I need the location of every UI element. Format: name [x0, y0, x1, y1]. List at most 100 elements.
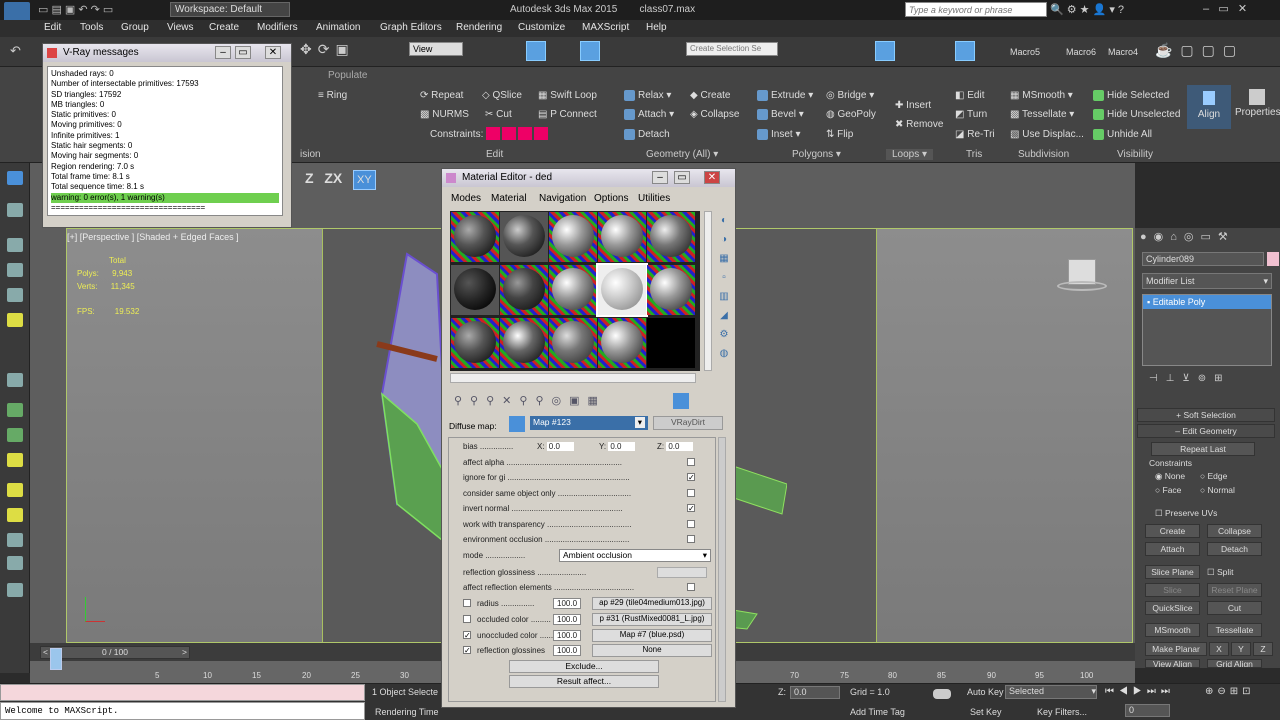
undo-icon[interactable]: ↶	[10, 43, 21, 59]
z-coord-field[interactable]: 0.0	[790, 686, 840, 699]
sun-icon[interactable]	[7, 453, 23, 467]
pick-material-icon[interactable]	[509, 416, 525, 432]
make-planar-button[interactable]: Make Planar	[1145, 642, 1207, 656]
msmooth-button-panel[interactable]: MSmooth	[1145, 623, 1200, 637]
sample-slot[interactable]	[647, 212, 695, 262]
close-button[interactable]: ✕	[704, 171, 720, 184]
constraint-edge-radio[interactable]: ○ Edge	[1200, 471, 1227, 481]
axis-constraints[interactable]: Z ZX XY	[305, 170, 376, 190]
reflection-gloss-map-checkbox[interactable]: ✓	[463, 646, 471, 655]
menu-options[interactable]: Options	[594, 193, 628, 204]
reflection-gloss-map-button[interactable]: None	[592, 644, 712, 657]
sample-slot[interactable]	[549, 318, 597, 368]
exclude-button[interactable]: Exclude...	[509, 660, 659, 673]
viewport-nav-icons[interactable]: ⊕⊖⊞⊡	[1205, 686, 1255, 697]
geopoly-button[interactable]: ◍ GeoPoly	[826, 109, 876, 120]
light-icon[interactable]	[7, 313, 23, 327]
qslice-button[interactable]: ◇ QSlice	[482, 90, 522, 101]
macro5-button[interactable]: Macro5	[1010, 47, 1040, 57]
planar-x-button[interactable]: X	[1209, 642, 1229, 656]
menu-modes[interactable]: Modes	[451, 193, 481, 204]
invert-normal-checkbox[interactable]: ✓	[687, 504, 695, 513]
menu-tools[interactable]: Tools	[80, 20, 103, 35]
add-time-tag-button[interactable]: Add Time Tag	[850, 707, 905, 717]
sample-slot[interactable]	[598, 318, 646, 368]
collapse-button-panel[interactable]: Collapse	[1207, 524, 1262, 538]
key-icon[interactable]	[933, 689, 951, 699]
show-map-icon[interactable]	[673, 393, 689, 409]
vray-messages-title[interactable]: V-Ray messages	[43, 44, 291, 62]
reflection-glossiness-field[interactable]	[657, 567, 707, 578]
occluded-color-map-button[interactable]: p #31 (RustMixed0081_L.jpg)	[592, 613, 712, 626]
material-editor-window[interactable]: Material Editor - ded – ▭ ✕ Modes Materi…	[441, 168, 736, 708]
detach-button[interactable]: Detach	[624, 129, 670, 140]
cut-button[interactable]: ✂ Cut	[485, 109, 512, 120]
inset-button[interactable]: Inset ▾	[757, 129, 801, 140]
occluded-color-checkbox[interactable]	[463, 615, 471, 623]
attach-button[interactable]: Attach ▾	[624, 109, 674, 120]
sample-slot[interactable]	[451, 212, 499, 262]
attach-button-panel[interactable]: Attach	[1145, 542, 1200, 556]
menu-help[interactable]: Help	[646, 20, 667, 35]
layer-icon[interactable]	[875, 41, 895, 61]
unhide-all-button[interactable]: Unhide All	[1093, 129, 1152, 140]
menu-animation[interactable]: Animation	[316, 20, 360, 35]
daylight-icon[interactable]	[7, 483, 23, 497]
maximize-button[interactable]: ▭	[235, 46, 251, 59]
relax-button[interactable]: Relax ▾	[624, 90, 671, 101]
detach-button-panel[interactable]: Detach	[1207, 542, 1262, 556]
constraint-normal-radio[interactable]: ○ Normal	[1200, 485, 1235, 495]
planar-z-button[interactable]: Z	[1253, 642, 1273, 656]
minimize-button[interactable]: –	[652, 171, 668, 184]
modifier-list-dropdown[interactable]: Modifier List ▾	[1142, 273, 1272, 289]
affect-alpha-checkbox[interactable]	[687, 458, 695, 466]
align-button[interactable]: Align	[1187, 85, 1231, 129]
tessellate-button[interactable]: ▩ Tessellate ▾	[1010, 109, 1074, 120]
edit-geometry-rollout[interactable]: – Edit Geometry	[1137, 424, 1275, 438]
sample-slot[interactable]	[500, 265, 548, 315]
re-tri-button[interactable]: ◪ Re-Tri	[955, 129, 995, 140]
viewcube[interactable]	[1057, 259, 1107, 299]
workspace-dropdown[interactable]: Workspace: Default	[170, 2, 290, 17]
bias-z[interactable]: Z: 0.0	[657, 442, 694, 451]
menu-navigation[interactable]: Navigation	[539, 193, 586, 204]
soft-selection-rollout[interactable]: + Soft Selection	[1137, 408, 1275, 422]
reset-plane-button[interactable]: Reset Plane	[1207, 583, 1262, 597]
material-toolbar-icons[interactable]: ⚲⚲⚲✕⚲⚲◎▣▦	[454, 394, 606, 407]
extrude-button[interactable]: Extrude ▾	[757, 90, 813, 101]
side-tool-icons[interactable]: ◐ ◑ ▦ ▫ ▥ ◢ ⚙ ◍	[717, 211, 731, 371]
planar-y-button[interactable]: Y	[1231, 642, 1251, 656]
bridge-button[interactable]: ◎ Bridge ▾	[826, 90, 874, 101]
gravity-icon[interactable]	[7, 556, 23, 570]
axis-z-button[interactable]: Z	[305, 170, 314, 186]
edit-button[interactable]: ◧ Edit	[955, 90, 984, 101]
wind-icon[interactable]	[7, 533, 23, 547]
remove-button[interactable]: ✖ Remove	[895, 119, 943, 130]
view-dropdown[interactable]: View	[409, 42, 463, 56]
turn-button[interactable]: ◩ Turn	[955, 109, 987, 120]
map-name-field[interactable]: Map #123 ▾	[530, 416, 648, 430]
gear-icon[interactable]	[7, 583, 23, 597]
parameters-scrollbar[interactable]	[718, 437, 726, 702]
unoccluded-color-map-button[interactable]: Map #7 (blue.psd)	[592, 629, 712, 642]
sample-slot[interactable]	[549, 265, 597, 315]
menu-modifiers[interactable]: Modifiers	[257, 20, 298, 35]
use-displace-button[interactable]: ▧ Use Displac...	[1010, 129, 1084, 140]
work-with-transparency-checkbox[interactable]	[687, 520, 695, 528]
search-input[interactable]	[905, 2, 1047, 17]
spacewarp-icon[interactable]	[7, 428, 23, 442]
sample-slot[interactable]	[500, 318, 548, 368]
environment-occlusion-checkbox[interactable]	[687, 535, 695, 543]
render-setup-icon[interactable]	[955, 41, 975, 61]
stack-item-editable-poly[interactable]: ▪ Editable Poly	[1143, 295, 1271, 309]
constraint-face-radio[interactable]: ○ Face	[1155, 485, 1181, 495]
slice-button[interactable]: Slice	[1145, 583, 1200, 597]
quick-access-icons[interactable]: ▭ ▤ ▣ ↶ ↷ ▭	[38, 3, 168, 17]
menu-create[interactable]: Create	[209, 20, 239, 35]
close-button[interactable]: ✕	[265, 46, 281, 59]
maxscript-listener-mini[interactable]	[0, 684, 365, 701]
slice-plane-button[interactable]: Slice Plane	[1145, 565, 1200, 579]
menu-views[interactable]: Views	[167, 20, 194, 35]
viewport-label[interactable]: [+] [Perspective ] [Shaded + Edged Faces…	[67, 232, 239, 242]
constraint-none-radio[interactable]: ◉ None	[1155, 471, 1185, 482]
